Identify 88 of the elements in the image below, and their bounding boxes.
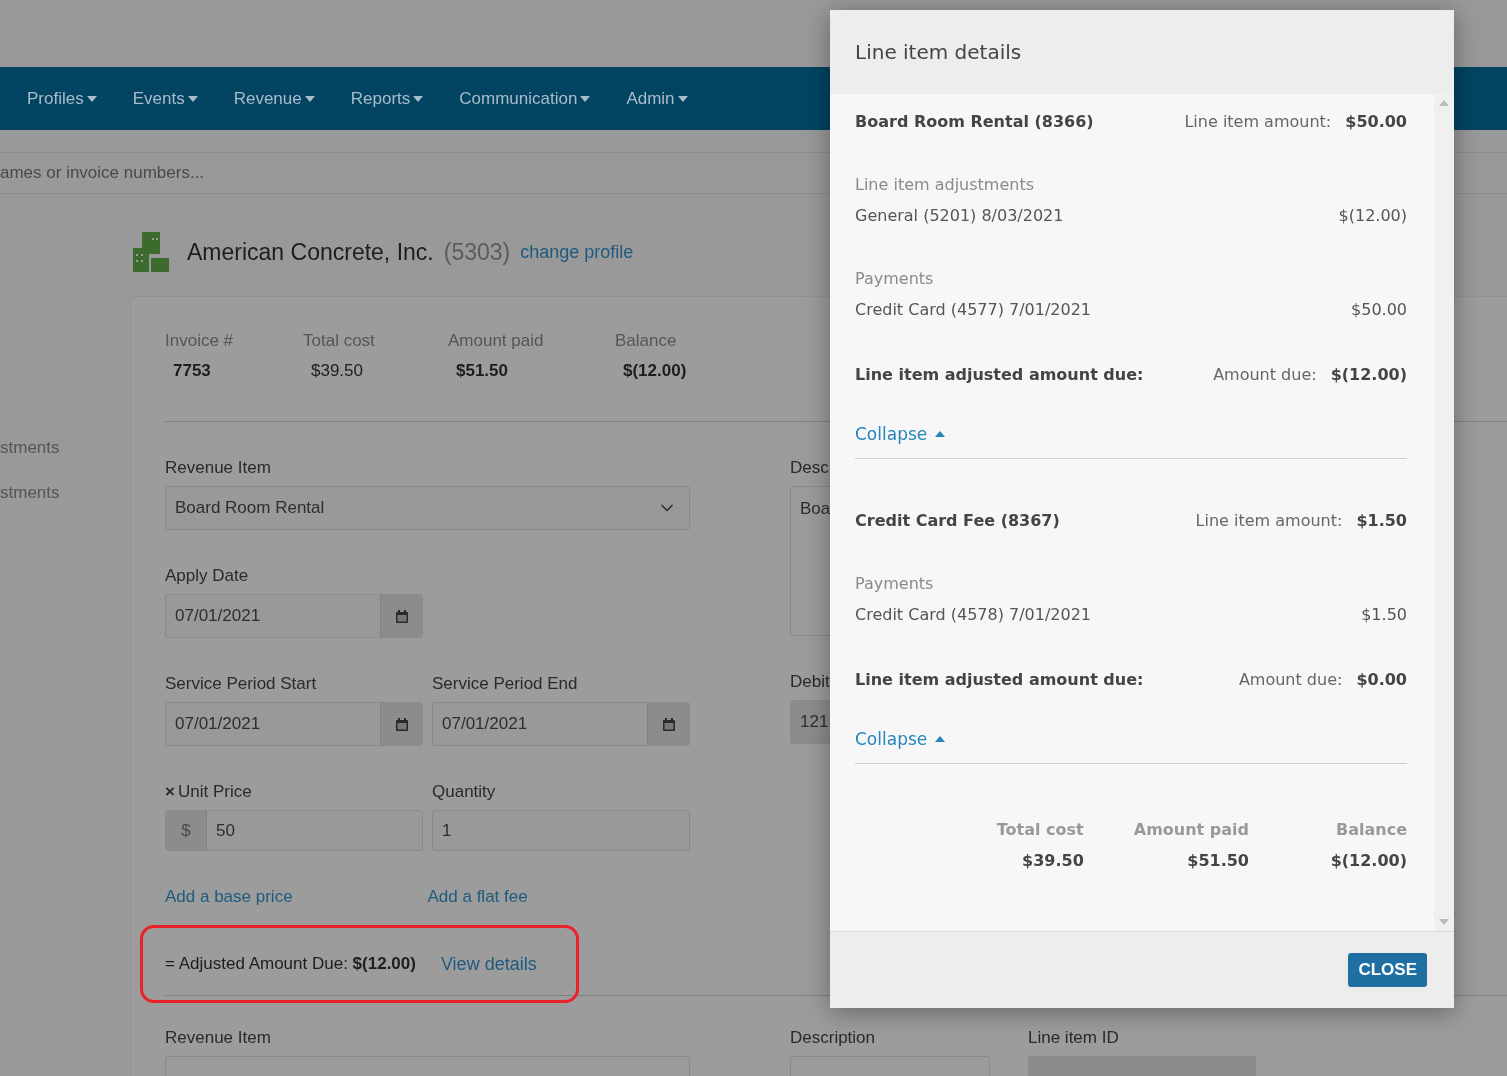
search-field[interactable]: ames or invoice numbers... [0,163,600,183]
entry-text: General (5201) 8/03/2021 [855,206,1064,225]
caret-up-icon [935,736,946,742]
sidebar-item[interactable]: stments [0,438,60,483]
summary-value: $(12.00) [622,361,687,381]
amount-label: Line item amount: [1184,112,1332,131]
nav-menu-item[interactable]: Reports [350,88,424,109]
amount-due: $0.00 [1356,670,1407,689]
amount-label: Amount due: [1213,365,1317,384]
caret-icon [677,95,688,102]
view-details-link[interactable]: View details [440,953,537,975]
field-label: Quantity [432,782,497,802]
scroll-down-icon [1439,919,1449,925]
nav-menu-item[interactable]: Revenue [233,88,315,109]
summary-label: Balance [615,331,678,351]
multiply-sign: × [165,782,175,802]
date-field[interactable]: 07/01/2021 [432,702,690,746]
field-label: Revenue Item [165,458,271,478]
group-heading: Payments [855,269,935,288]
field-label: Service Period End [432,674,579,694]
caret-up-icon [935,431,946,437]
entry-text: Credit Card (4578) 7/01/2021 [855,605,1092,624]
entry-amount: $50.00 [1351,300,1407,319]
field-label: Revenue Item [165,1028,271,1048]
calendar-icon [662,717,675,731]
group-heading: Payments [855,574,935,593]
nav-menu-item[interactable]: Communication [459,88,591,109]
field-label: Unit Price [177,782,252,802]
group-heading: Line item adjustments [855,175,1035,194]
buildings-icon [133,232,169,272]
profile-name: American Concrete, Inc. [187,238,434,266]
calendar-icon [395,609,408,623]
line-item-name: Credit Card Fee (8367) [855,511,1060,530]
due-label: Line item adjusted amount due: [855,670,1144,689]
entry-amount: $(12.00) [1338,206,1407,225]
date-field[interactable]: 07/01/2021 [165,594,423,638]
line-item-name: Board Room Rental (8366) [855,112,1094,131]
amount-due: $(12.00) [1330,365,1407,384]
total-label: Amount paid [1133,820,1249,839]
summary-value: $51.50 [455,361,509,381]
profile-number: (5303) [443,238,511,266]
caret-icon [413,95,424,102]
line-item-amount: $50.00 [1345,112,1407,131]
total-label: Total cost [996,820,1084,839]
date-field[interactable]: 07/01/2021 [165,702,423,746]
unit-price-field[interactable]: $ 50 [165,810,423,851]
amount-label: Amount due: [1238,670,1343,689]
caret-icon [304,95,315,102]
change-profile-link[interactable]: change profile [520,241,634,263]
dialog-title: Line item details [855,40,1022,64]
total-value: $51.50 [1187,851,1249,870]
collapse-link[interactable]: Collapse [855,729,946,749]
quantity-field[interactable]: 1 [432,810,690,851]
entry-amount: $1.50 [1361,605,1407,624]
due-label: Line item adjusted amount due: [855,365,1144,384]
nav-menu-item[interactable]: Admin [626,88,688,109]
revenue-item-select[interactable]: Board Room Rental [165,486,690,530]
line-item-amount: $1.50 [1356,511,1407,530]
caret-icon [580,95,591,102]
total-value: $(12.00) [1330,851,1407,870]
summary-label: Invoice # [165,331,235,351]
collapse-link[interactable]: Collapse [855,424,946,444]
adjusted-amount-due: = Adjusted Amount Due: $(12.00) [165,954,416,974]
amount-label: Line item amount: [1195,511,1343,530]
caret-icon [86,95,97,102]
field-label: Debit [790,672,830,692]
total-label: Balance [1336,820,1407,839]
add-price-link[interactable]: Add a base price [165,887,428,907]
scrollbar[interactable] [1434,94,1454,931]
field-label: Service Period Start [165,674,318,694]
scroll-up-icon [1439,100,1449,106]
summary-value: 7753 [172,361,212,381]
nav-menu-item[interactable]: Events [132,88,198,109]
field-label: Apply Date [165,566,249,586]
add-price-link[interactable]: Add a flat fee [427,887,690,907]
summary-value: $39.50 [310,361,364,381]
total-value: $39.50 [1022,851,1084,870]
nav-menu-item[interactable]: Profiles [27,88,97,109]
summary-label: Total cost [303,331,376,351]
close-button[interactable]: CLOSE [1348,953,1427,987]
entry-text: Credit Card (4577) 7/01/2021 [855,300,1092,319]
field-label: Description [790,1028,876,1048]
caret-icon [187,95,198,102]
sidebar-item[interactable]: stments [0,483,60,528]
calendar-icon [395,717,408,731]
field-label: Desc [790,458,829,478]
field-label: Line item ID [1028,1028,1119,1048]
summary-label: Amount paid [448,331,545,351]
